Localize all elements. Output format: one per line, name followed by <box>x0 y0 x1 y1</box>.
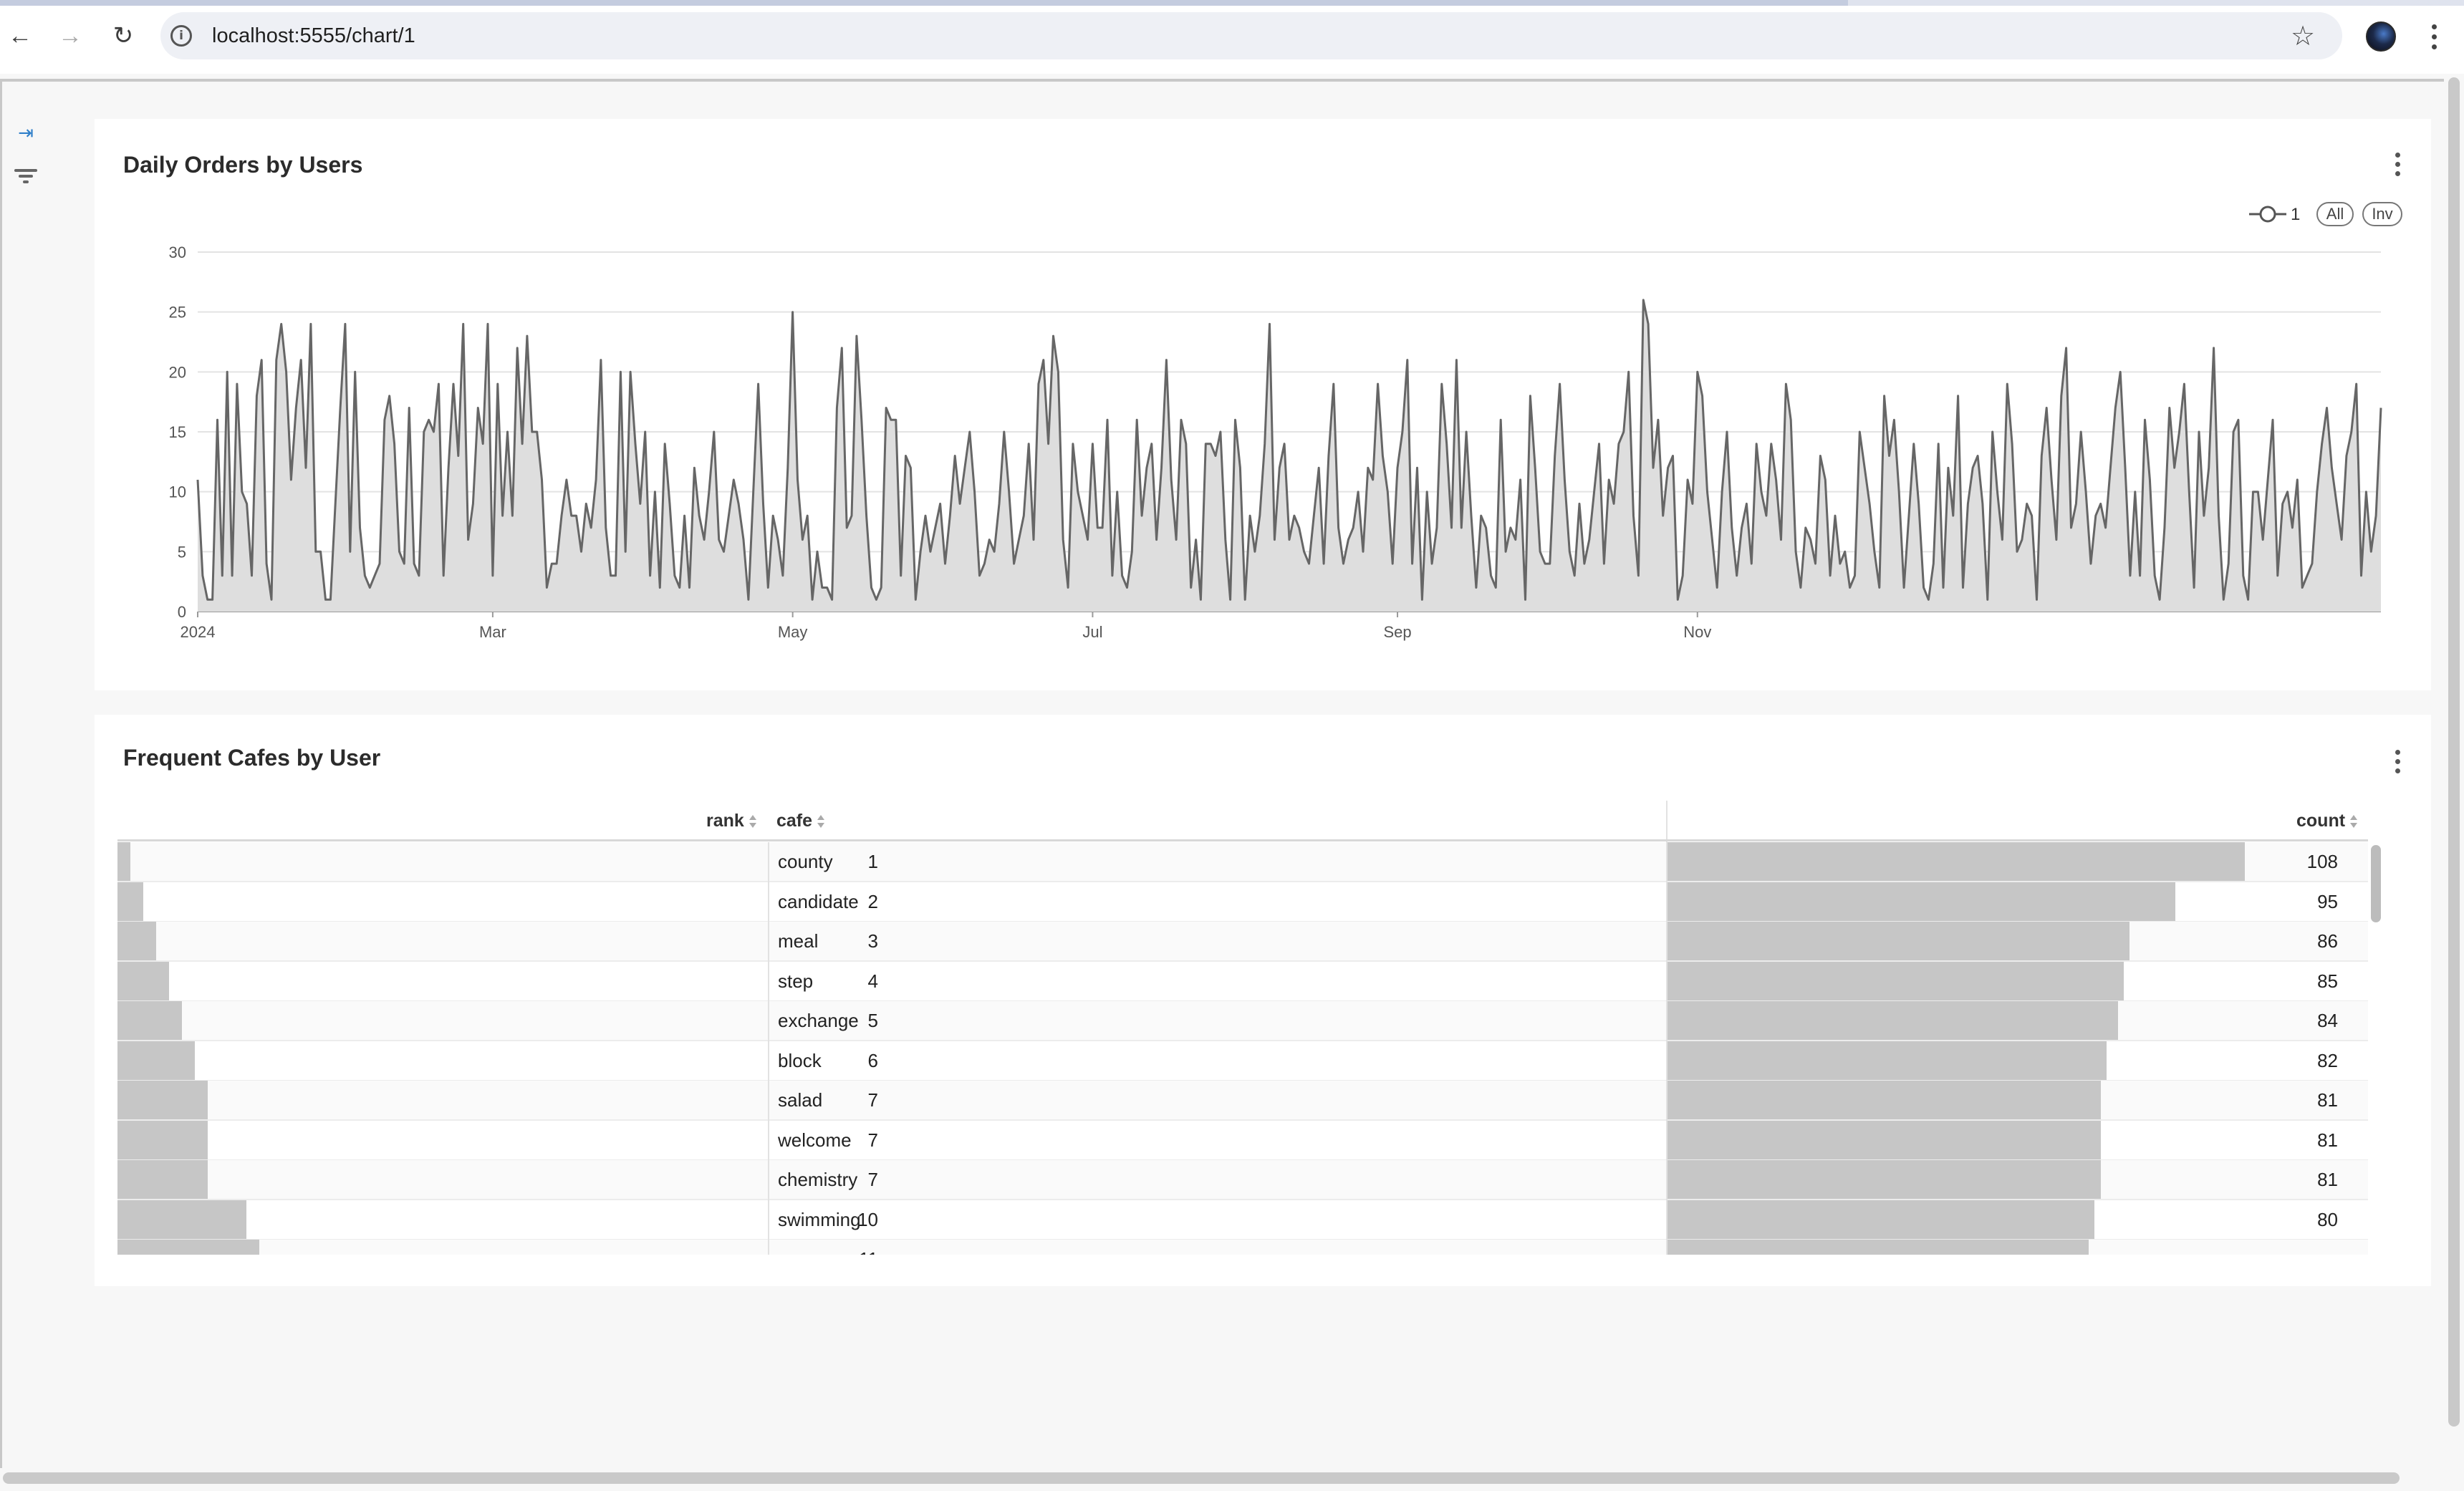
column-header-count[interactable]: count <box>2296 808 2358 834</box>
table-row[interactable]: 1 county 108 <box>117 842 2368 882</box>
y-tick-label: 5 <box>178 543 186 561</box>
column-header-cafe[interactable]: cafe <box>776 808 825 834</box>
y-tick-label: 30 <box>169 243 186 261</box>
sort-icon[interactable] <box>749 814 757 829</box>
cafe-cell: candidate <box>778 890 859 912</box>
rank-bar <box>117 882 143 921</box>
y-tick-label: 10 <box>169 483 186 501</box>
cafe-cell: block <box>778 1049 822 1071</box>
rank-cell: 3 <box>867 930 878 952</box>
count-cell: 84 <box>2317 1010 2338 1031</box>
count-bar <box>1667 1041 2107 1080</box>
count-cell: 81 <box>2317 1169 2338 1190</box>
count-bar <box>1667 1200 2095 1239</box>
count-bar <box>1667 1001 2118 1040</box>
column-divider <box>1666 842 1667 1255</box>
count-cell: 86 <box>2317 930 2338 952</box>
cafe-cell: county <box>778 851 833 872</box>
count-cell: 85 <box>2317 970 2338 992</box>
cafe-cell: step <box>778 970 814 992</box>
rank-cell: 7 <box>867 1169 878 1190</box>
legend-series-label[interactable]: 1 <box>2291 203 2300 226</box>
rank-bar <box>117 1120 208 1159</box>
x-tick-label: May <box>778 623 808 641</box>
table-row[interactable]: 6 block 82 <box>117 1041 2368 1081</box>
table-row[interactable]: 4 step 85 <box>117 961 2368 1002</box>
table-body: 1 county 108 2 candidate 95 3 meal 86 4 step 85 5 exc… <box>117 842 2368 1255</box>
cafe-cell: welcome <box>778 1129 852 1151</box>
rank-bar <box>117 842 130 881</box>
cafe-cell: chemistry <box>778 1169 858 1190</box>
rank-cell: 4 <box>867 970 878 992</box>
rank-cell: 7 <box>867 1089 878 1111</box>
count-bar <box>1667 882 2176 921</box>
x-tick-label: Mar <box>479 623 506 641</box>
x-tick-label: Jul <box>1082 623 1102 641</box>
legend-all-button[interactable]: All <box>2316 202 2354 226</box>
sort-icon[interactable] <box>817 814 825 829</box>
count-bar <box>1667 922 2129 960</box>
x-tick-label: Nov <box>1683 623 1711 641</box>
rank-cell: 11 <box>859 1240 878 1255</box>
cafe-cell: swimming <box>778 1208 861 1230</box>
table-row[interactable]: 7 salad 81 <box>117 1081 2368 1121</box>
count-cell: 82 <box>2317 1049 2338 1071</box>
y-tick-label: 0 <box>178 603 186 621</box>
count-bar <box>1667 1240 2089 1255</box>
y-tick-label: 15 <box>169 423 186 441</box>
table-title: Frequent Cafes by User <box>123 745 381 771</box>
rank-cell: 7 <box>867 1129 878 1151</box>
count-cell: 95 <box>2317 890 2338 912</box>
rank-bar <box>117 961 169 1000</box>
table-row[interactable]: 2 candidate 95 <box>117 882 2368 922</box>
count-bar <box>1667 1120 2101 1159</box>
rank-cell: 5 <box>867 1010 878 1031</box>
cafe-cell: exchange <box>778 1010 859 1031</box>
count-bar <box>1667 961 2124 1000</box>
rank-bar <box>117 1041 195 1080</box>
count-cell: 80 <box>2317 1208 2338 1230</box>
header-divider <box>117 839 2368 841</box>
table-row[interactable]: 7 chemistry 81 <box>117 1160 2368 1200</box>
rank-bar <box>117 1001 182 1040</box>
column-header-rank[interactable]: rank <box>706 808 757 834</box>
x-tick-label: 2024 <box>181 623 216 641</box>
x-tick-label: Sep <box>1383 623 1411 641</box>
table-row[interactable]: 3 meal 86 <box>117 922 2368 962</box>
table-menu-icon[interactable] <box>2387 743 2408 779</box>
y-tick-label: 25 <box>169 304 186 322</box>
count-bar <box>1667 1160 2101 1199</box>
legend-invert-button[interactable]: Inv <box>2362 202 2402 226</box>
table-scrollbar-thumb[interactable] <box>2371 845 2381 922</box>
table-row[interactable]: 7 welcome 81 <box>117 1120 2368 1161</box>
area-fill <box>198 299 2381 612</box>
rank-cell: 1 <box>867 851 878 872</box>
rank-bar <box>117 1240 259 1255</box>
table-row[interactable]: 11 <box>117 1240 2368 1255</box>
rank-bar <box>117 1160 208 1199</box>
rank-bar <box>117 1200 246 1239</box>
legend-series-icon[interactable] <box>2249 205 2286 223</box>
rank-cell: 2 <box>867 890 878 912</box>
column-divider <box>768 842 769 1255</box>
cafe-cell: meal <box>778 930 819 952</box>
table-row[interactable]: 5 exchange 84 <box>117 1001 2368 1041</box>
count-cell: 81 <box>2317 1129 2338 1151</box>
rank-cell: 6 <box>867 1049 878 1071</box>
cafe-cell: salad <box>778 1089 823 1111</box>
count-bar <box>1667 842 2245 881</box>
rank-bar <box>117 1081 208 1119</box>
table-row[interactable]: 10 swimming 80 <box>117 1200 2368 1240</box>
y-tick-label: 20 <box>169 363 186 381</box>
count-cell: 108 <box>2306 851 2338 872</box>
count-cell: 81 <box>2317 1089 2338 1111</box>
sort-icon[interactable] <box>2349 814 2358 829</box>
rank-bar <box>117 922 156 960</box>
count-bar <box>1667 1081 2101 1119</box>
